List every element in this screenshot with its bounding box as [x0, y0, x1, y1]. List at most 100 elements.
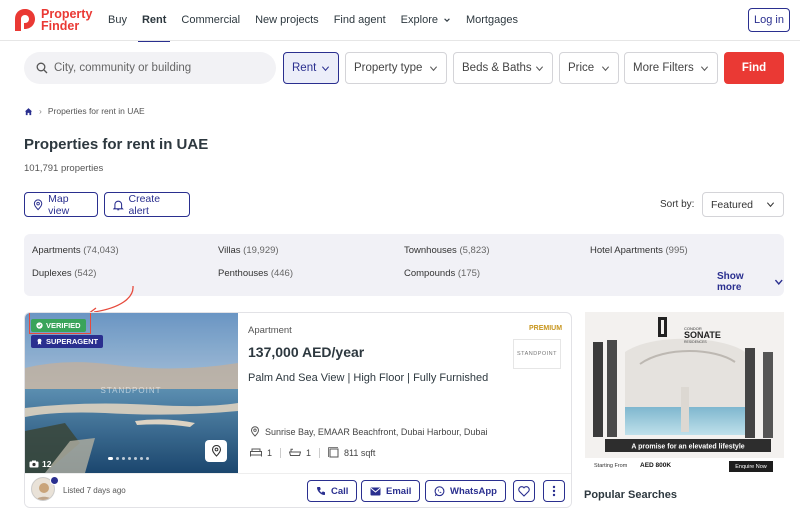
- filter-rent-label: Rent: [292, 62, 317, 74]
- category-name: Apartments: [32, 245, 81, 256]
- bell-icon: [113, 200, 124, 210]
- category-link-compounds[interactable]: Compounds (175): [404, 268, 480, 279]
- sort-value: Featured: [711, 198, 754, 211]
- more-options-button[interactable]: [543, 480, 565, 502]
- camera-icon: [29, 460, 39, 468]
- show-more-button[interactable]: Show more: [717, 271, 784, 293]
- listing-card[interactable]: STANDPOINT VERIFIED SUPERAGENT 12 Apartm…: [24, 312, 572, 508]
- area-value: 811 sqft: [344, 447, 376, 458]
- category-name: Hotel Apartments: [590, 245, 663, 256]
- agency-logo[interactable]: STANDPOINT: [513, 339, 561, 369]
- sort-select[interactable]: Featured: [702, 192, 784, 217]
- search-bar[interactable]: [24, 52, 276, 84]
- page-title: Properties for rent in UAE: [24, 136, 209, 153]
- carousel-dot[interactable]: [108, 457, 113, 460]
- favorite-button[interactable]: [513, 480, 535, 502]
- ad-bottom-strip: Starting From AED 800K Enquire Now: [585, 458, 784, 476]
- listing-photo[interactable]: STANDPOINT VERIFIED SUPERAGENT 12: [25, 313, 238, 473]
- superagent-badge: SUPERAGENT: [31, 335, 104, 348]
- category-link-townhouses[interactable]: Townhouses (5,823): [404, 245, 490, 256]
- login-button[interactable]: Log in: [748, 8, 790, 32]
- category-name: Penthouses: [218, 268, 269, 279]
- popular-searches-heading: Popular Searches: [584, 489, 677, 501]
- nav-find-agent[interactable]: Find agent: [334, 0, 386, 40]
- category-link-duplexes[interactable]: Duplexes (542): [32, 268, 96, 279]
- listing-price: 137,000 AED/year: [248, 344, 365, 360]
- sonate-ad-banner[interactable]: CONDOR SONATE RESIDENCES A promise for a…: [585, 312, 784, 476]
- whatsapp-icon: [434, 485, 445, 496]
- image-count: 12: [29, 459, 51, 469]
- map-view-button[interactable]: Map view: [24, 192, 98, 217]
- spec-divider: [280, 447, 282, 458]
- photo-watermark: STANDPOINT: [101, 386, 162, 395]
- superagent-avatar-badge: [50, 476, 59, 485]
- filter-rent[interactable]: Rent: [283, 52, 339, 84]
- email-button[interactable]: Email: [361, 480, 421, 502]
- bed-icon: [250, 448, 262, 457]
- map-pin-button[interactable]: [205, 440, 227, 462]
- carousel-dot[interactable]: [146, 457, 149, 460]
- category-count: (995): [665, 245, 688, 256]
- property-finder-logo[interactable]: Property Finder: [14, 8, 92, 32]
- ad-starting-label: Starting From: [594, 463, 628, 469]
- nav-rent[interactable]: Rent: [137, 0, 171, 42]
- category-link-villas[interactable]: Villas (19,929): [218, 245, 279, 256]
- breadcrumb-current: Properties for rent in UAE: [47, 106, 145, 116]
- filter-price[interactable]: Price: [559, 52, 619, 84]
- category-name: Villas: [218, 245, 241, 256]
- nav-commercial[interactable]: Commercial: [181, 0, 240, 40]
- find-button[interactable]: Find: [724, 52, 784, 84]
- email-label: Email: [386, 485, 412, 497]
- listing-card-footer: Listed 7 days ago Call Email WhatsApp: [25, 473, 571, 507]
- search-icon: [36, 62, 48, 74]
- create-alert-label: Create alert: [128, 192, 161, 217]
- ad-enquire-button[interactable]: Enquire Now: [729, 461, 773, 472]
- area-icon: [328, 447, 339, 458]
- carousel-dot[interactable]: [140, 457, 143, 460]
- home-icon[interactable]: [24, 107, 33, 116]
- listing-location: Sunrise Bay, EMAAR Beachfront, Dubai Har…: [250, 426, 487, 437]
- ad-tagline: A promise for an elevated lifestyle: [631, 444, 744, 451]
- nav-buy[interactable]: Buy: [108, 0, 127, 40]
- category-link-apartments[interactable]: Apartments (74,043): [32, 245, 119, 256]
- chevron-down-icon: [321, 65, 330, 71]
- category-link-hotel-apartments[interactable]: Hotel Apartments (995): [590, 245, 688, 256]
- filter-beds-baths[interactable]: Beds & Baths: [453, 52, 553, 84]
- beds-count: 1: [267, 447, 273, 458]
- ad-price: AED 800K: [640, 462, 672, 469]
- nav-explore[interactable]: Explore: [401, 0, 451, 40]
- carousel-dot[interactable]: [134, 457, 137, 460]
- phone-icon: [316, 487, 325, 496]
- filter-more-filters[interactable]: More Filters: [624, 52, 718, 84]
- logo-text-line2: Finder: [41, 19, 80, 33]
- carousel-dot[interactable]: [116, 457, 119, 460]
- category-link-penthouses[interactable]: Penthouses (446): [218, 268, 293, 279]
- create-alert-button[interactable]: Create alert: [104, 192, 190, 217]
- search-input[interactable]: [54, 62, 254, 74]
- breadcrumb-separator: ›: [39, 106, 42, 116]
- heart-icon: [518, 485, 530, 497]
- category-name: Compounds: [404, 268, 456, 279]
- call-label: Call: [331, 485, 349, 497]
- map-pin-icon: [33, 198, 43, 210]
- image-count-value: 12: [42, 459, 52, 469]
- chevron-down-icon: [766, 202, 775, 208]
- listing-title[interactable]: Palm And Sea View | High Floor | Fully F…: [248, 372, 488, 384]
- nav-mortgages[interactable]: Mortgages: [466, 0, 518, 40]
- top-header: Property Finder Buy Rent Commercial New …: [0, 0, 800, 42]
- breadcrumb: › Properties for rent in UAE: [24, 106, 145, 116]
- whatsapp-button[interactable]: WhatsApp: [425, 480, 506, 502]
- filter-property-type[interactable]: Property type: [345, 52, 447, 84]
- carousel-dot[interactable]: [128, 457, 131, 460]
- filter-property-type-label: Property type: [354, 62, 423, 74]
- chevron-down-icon: [535, 65, 544, 71]
- call-button[interactable]: Call: [307, 480, 358, 502]
- carousel-dots[interactable]: [108, 457, 149, 460]
- property-type: Apartment: [248, 325, 292, 336]
- location-text: Sunrise Bay, EMAAR Beachfront, Dubai Har…: [265, 426, 488, 437]
- award-icon: [37, 338, 42, 345]
- category-count: (542): [74, 268, 97, 279]
- carousel-dot[interactable]: [122, 457, 125, 460]
- nav-new-projects[interactable]: New projects: [255, 0, 319, 40]
- mail-icon: [370, 487, 381, 495]
